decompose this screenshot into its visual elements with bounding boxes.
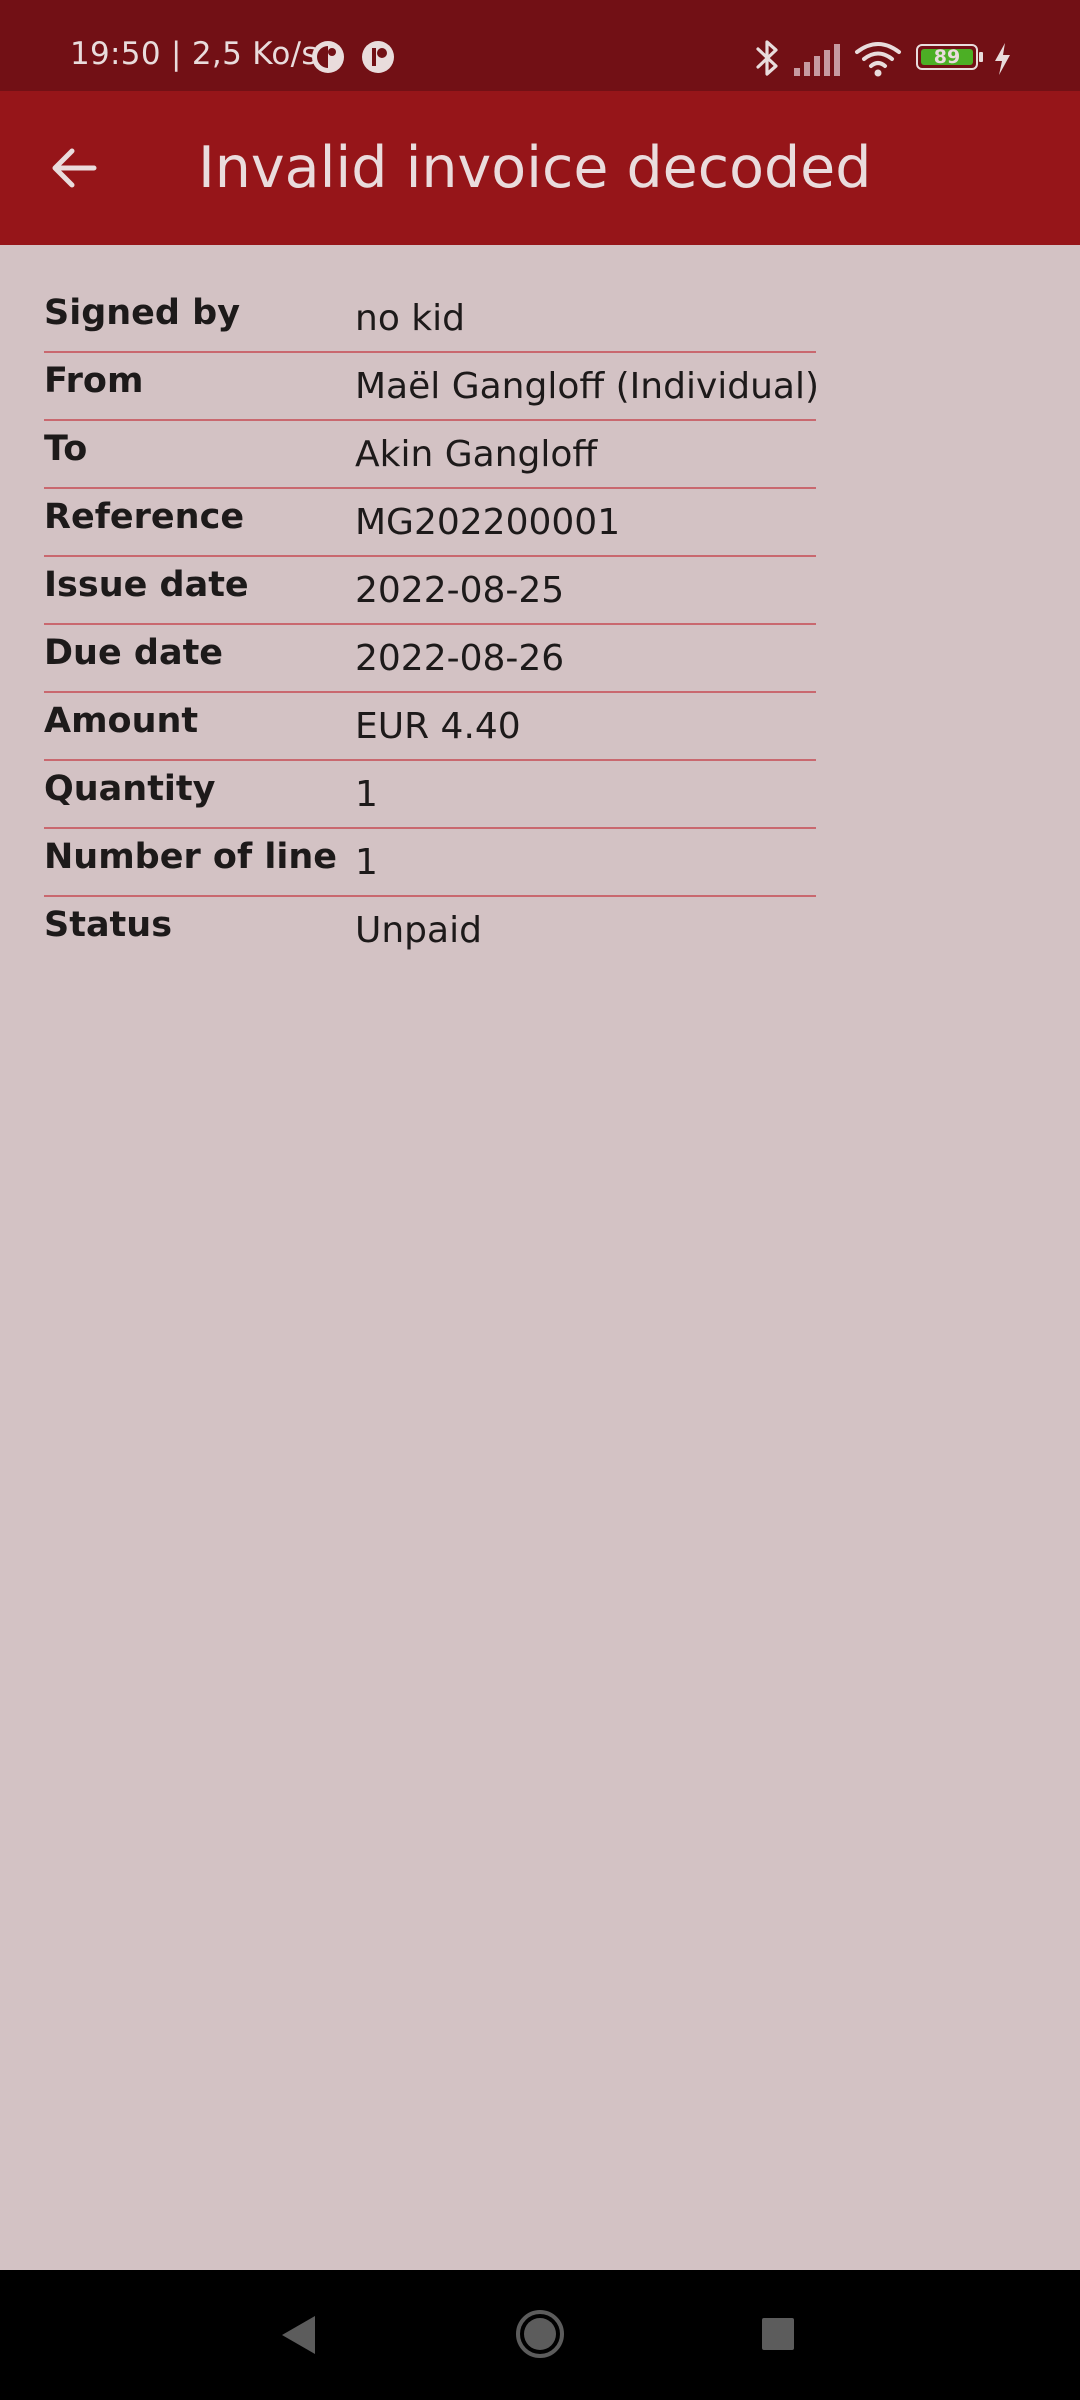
detail-row-to: To Akin Gangloff: [44, 421, 816, 489]
back-button[interactable]: [36, 130, 112, 206]
detail-value: 2022-08-25: [355, 570, 565, 611]
notification-icon: [312, 41, 344, 73]
nav-home-icon[interactable]: [514, 2308, 566, 2360]
detail-row-from: From Maël Gangloff (Individual): [44, 353, 820, 421]
battery-level: 89: [933, 46, 961, 68]
system-nav-bar: [0, 2270, 1080, 2400]
detail-label: Signed by: [44, 293, 241, 333]
detail-value: Unpaid: [355, 910, 482, 951]
detail-value: Maël Gangloff (Individual): [355, 366, 820, 407]
detail-row-status: Status Unpaid: [44, 897, 816, 963]
detail-row-number-of-line: Number of line 1: [44, 829, 816, 897]
charging-icon: [995, 43, 1010, 75]
detail-label: Status: [44, 905, 173, 945]
detail-label: Number of line: [44, 837, 338, 877]
notification-icon: [362, 41, 394, 73]
detail-value: MG202200001: [355, 502, 621, 543]
signal-icon: [794, 44, 840, 76]
bluetooth-icon: [756, 40, 778, 76]
page-title: Invalid invoice decoded: [198, 135, 872, 201]
detail-label: From: [44, 361, 144, 401]
wifi-icon: [855, 42, 901, 77]
detail-row-reference: Reference MG202200001: [44, 489, 816, 557]
detail-label: Reference: [44, 497, 245, 537]
status-bar: 19:50 | 2,5 Ko/s 89: [0, 0, 1080, 91]
nav-recents-icon[interactable]: [758, 2314, 798, 2354]
arrow-back-icon: [52, 148, 97, 188]
detail-value: 1: [355, 842, 378, 883]
detail-label: Amount: [44, 701, 199, 741]
detail-row-issue-date: Issue date 2022-08-25: [44, 557, 816, 625]
detail-row-quantity: Quantity 1: [44, 761, 816, 829]
invoice-details-table: Signed by no kid From Maël Gangloff (Ind…: [44, 285, 820, 963]
detail-value: no kid: [355, 298, 465, 339]
battery-icon: 89: [916, 44, 986, 74]
detail-value: EUR 4.40: [355, 706, 521, 747]
detail-label: To: [44, 429, 88, 469]
detail-value: 2022-08-26: [355, 638, 565, 679]
detail-label: Quantity: [44, 769, 216, 809]
detail-row-amount: Amount EUR 4.40: [44, 693, 816, 761]
detail-value: 1: [355, 774, 378, 815]
nav-back-icon[interactable]: [276, 2312, 322, 2358]
detail-label: Issue date: [44, 565, 249, 605]
app-bar: Invalid invoice decoded: [0, 91, 1080, 245]
status-time: 19:50 | 2,5 Ko/s: [70, 36, 318, 72]
detail-value: Akin Gangloff: [355, 434, 598, 475]
detail-row-due-date: Due date 2022-08-26: [44, 625, 816, 693]
detail-label: Due date: [44, 633, 224, 673]
detail-row-signed-by: Signed by no kid: [44, 285, 816, 353]
